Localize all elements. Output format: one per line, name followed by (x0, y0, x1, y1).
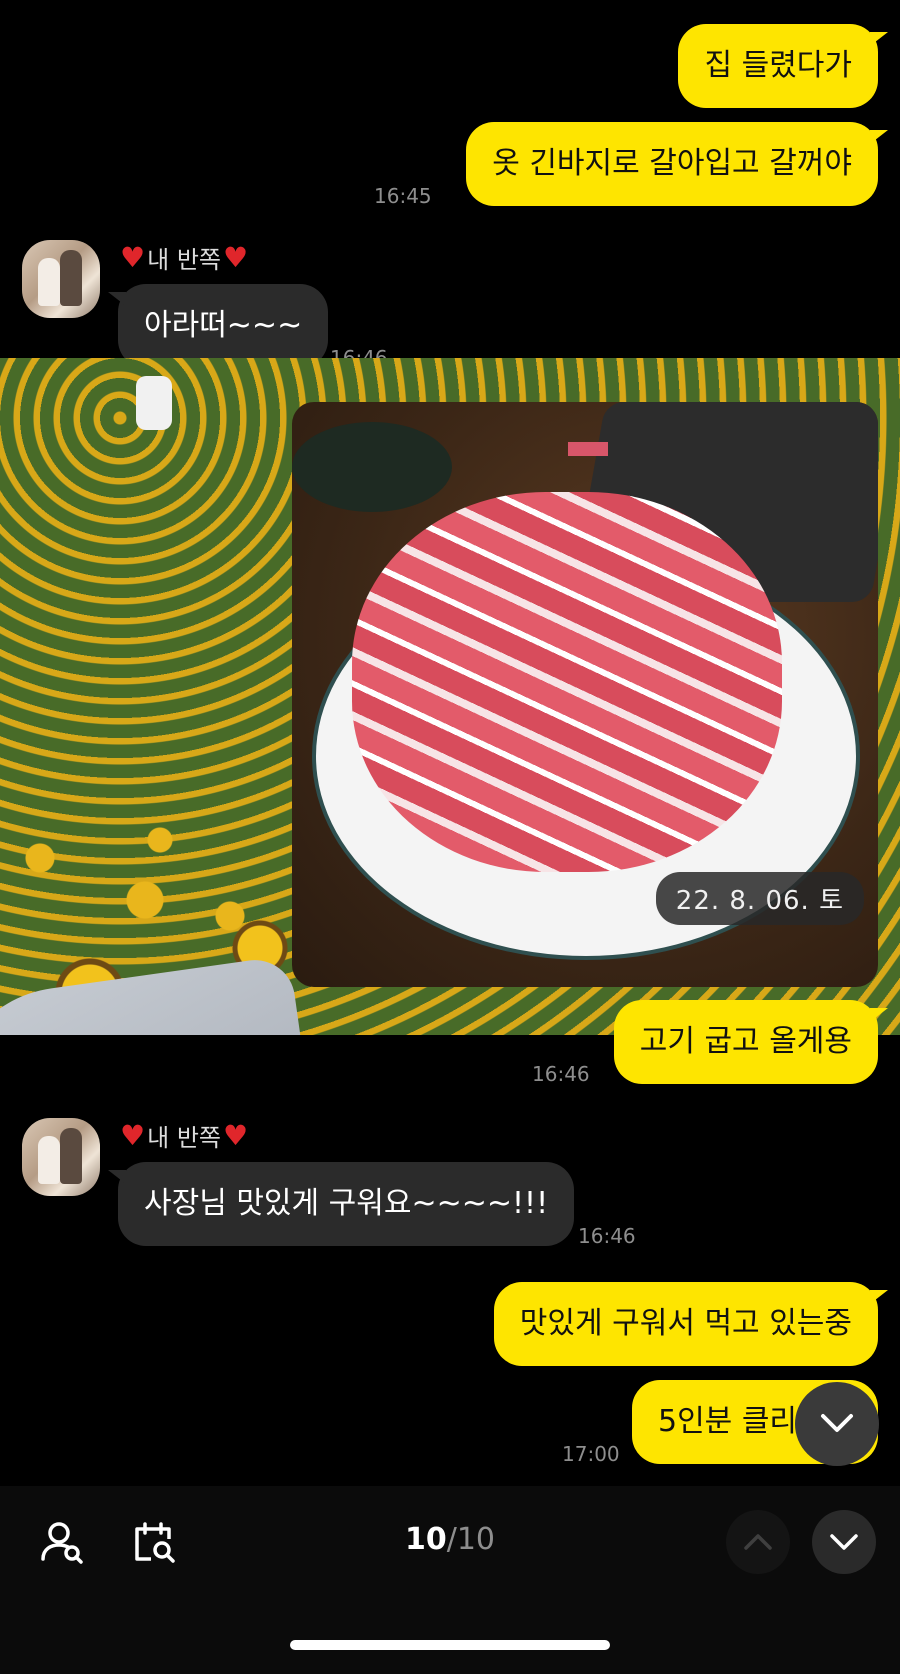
friend-avatar[interactable] (22, 240, 100, 318)
heart-icon: ♥ (120, 1119, 146, 1152)
message-time: 16:46 (578, 1224, 636, 1248)
result-separator: / (446, 1522, 457, 1557)
heart-icon: ♥ (120, 241, 146, 274)
current-result: 10 (404, 1522, 447, 1557)
heart-icon: ♥ (222, 1119, 249, 1152)
chat-room: 집 들렸다가 16:45 옷 긴바지로 갈아입고 갈꺼야 ♥ 내 반쪽 ♥ 아라… (0, 0, 900, 1486)
side-bowl (292, 422, 452, 512)
prev-result-icon[interactable] (726, 1510, 790, 1574)
message-time: 17:00 (562, 1442, 620, 1466)
sender-name-text: 내 반쪽 (147, 1124, 221, 1152)
message-time: 16:46 (532, 1062, 590, 1086)
my-message-bubble[interactable]: 집 들렸다가 (678, 24, 888, 108)
photo-people (136, 376, 172, 430)
photo-date-badge: 22. 8. 06. 토 (655, 872, 864, 925)
friend-message-bubble[interactable]: 아라떠~~~ (107, 284, 329, 368)
message-time: 16:45 (374, 184, 432, 208)
grill-edge (568, 442, 608, 456)
sender-name-text: 내 반쪽 (147, 246, 221, 274)
my-message-bubble[interactable]: 맛있게 구워서 먹고 있는중 (493, 1282, 889, 1366)
shared-photo[interactable]: 22. 8. 06. 토 (292, 402, 878, 987)
my-message-bubble[interactable]: 옷 긴바지로 갈아입고 갈꺼야 (466, 122, 888, 206)
my-message-bubble[interactable]: 고기 굽고 올게용 (613, 1000, 889, 1084)
home-indicator[interactable] (290, 1640, 610, 1650)
scroll-down-icon[interactable] (795, 1382, 879, 1466)
sliced-meat (352, 492, 782, 872)
sender-name: ♥ 내 반쪽 ♥ (120, 240, 248, 275)
heart-icon: ♥ (222, 241, 249, 274)
sender-name: ♥ 내 반쪽 ♥ (120, 1118, 248, 1153)
share-icon[interactable] (180, 1028, 228, 1035)
friend-message-bubble[interactable]: 사장님 맛있게 구워요~~~~!!! (107, 1162, 575, 1246)
total-results: 10 (456, 1522, 496, 1557)
friend-avatar[interactable] (22, 1118, 100, 1196)
next-result-icon[interactable] (812, 1510, 876, 1574)
